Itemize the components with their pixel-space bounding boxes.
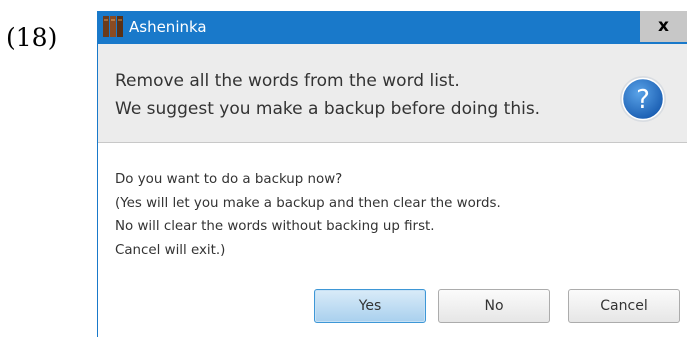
yes-button[interactable]: Yes: [314, 289, 426, 323]
no-button[interactable]: No: [438, 289, 550, 323]
header-message: Remove all the words from the word list.…: [115, 67, 540, 123]
close-button[interactable]: x: [640, 11, 687, 42]
content-line: (Yes will let you make a backup and then…: [115, 195, 501, 211]
header-line: We suggest you make a backup before doin…: [115, 99, 541, 119]
figure-number: (18): [6, 23, 58, 52]
content-message: Do you want to do a backup now? (Yes wil…: [115, 168, 501, 262]
content-line: Cancel will exit.): [115, 242, 226, 258]
window-title: Asheninka: [129, 18, 207, 36]
content-line: No will clear the words without backing …: [115, 219, 435, 235]
question-icon: ?: [620, 76, 666, 122]
books-app-icon: [103, 16, 123, 37]
svg-text:?: ?: [636, 85, 650, 115]
cancel-button[interactable]: Cancel: [568, 289, 680, 323]
title-bar[interactable]: Asheninka x: [98, 11, 687, 44]
content-line: Do you want to do a backup now?: [115, 172, 343, 187]
header-line: Remove all the words from the word list.: [115, 71, 460, 91]
header-panel: Remove all the words from the word list.…: [98, 44, 687, 143]
confirmation-dialog: Asheninka x Remove all the words from th…: [97, 11, 687, 337]
close-icon: x: [658, 16, 669, 36]
